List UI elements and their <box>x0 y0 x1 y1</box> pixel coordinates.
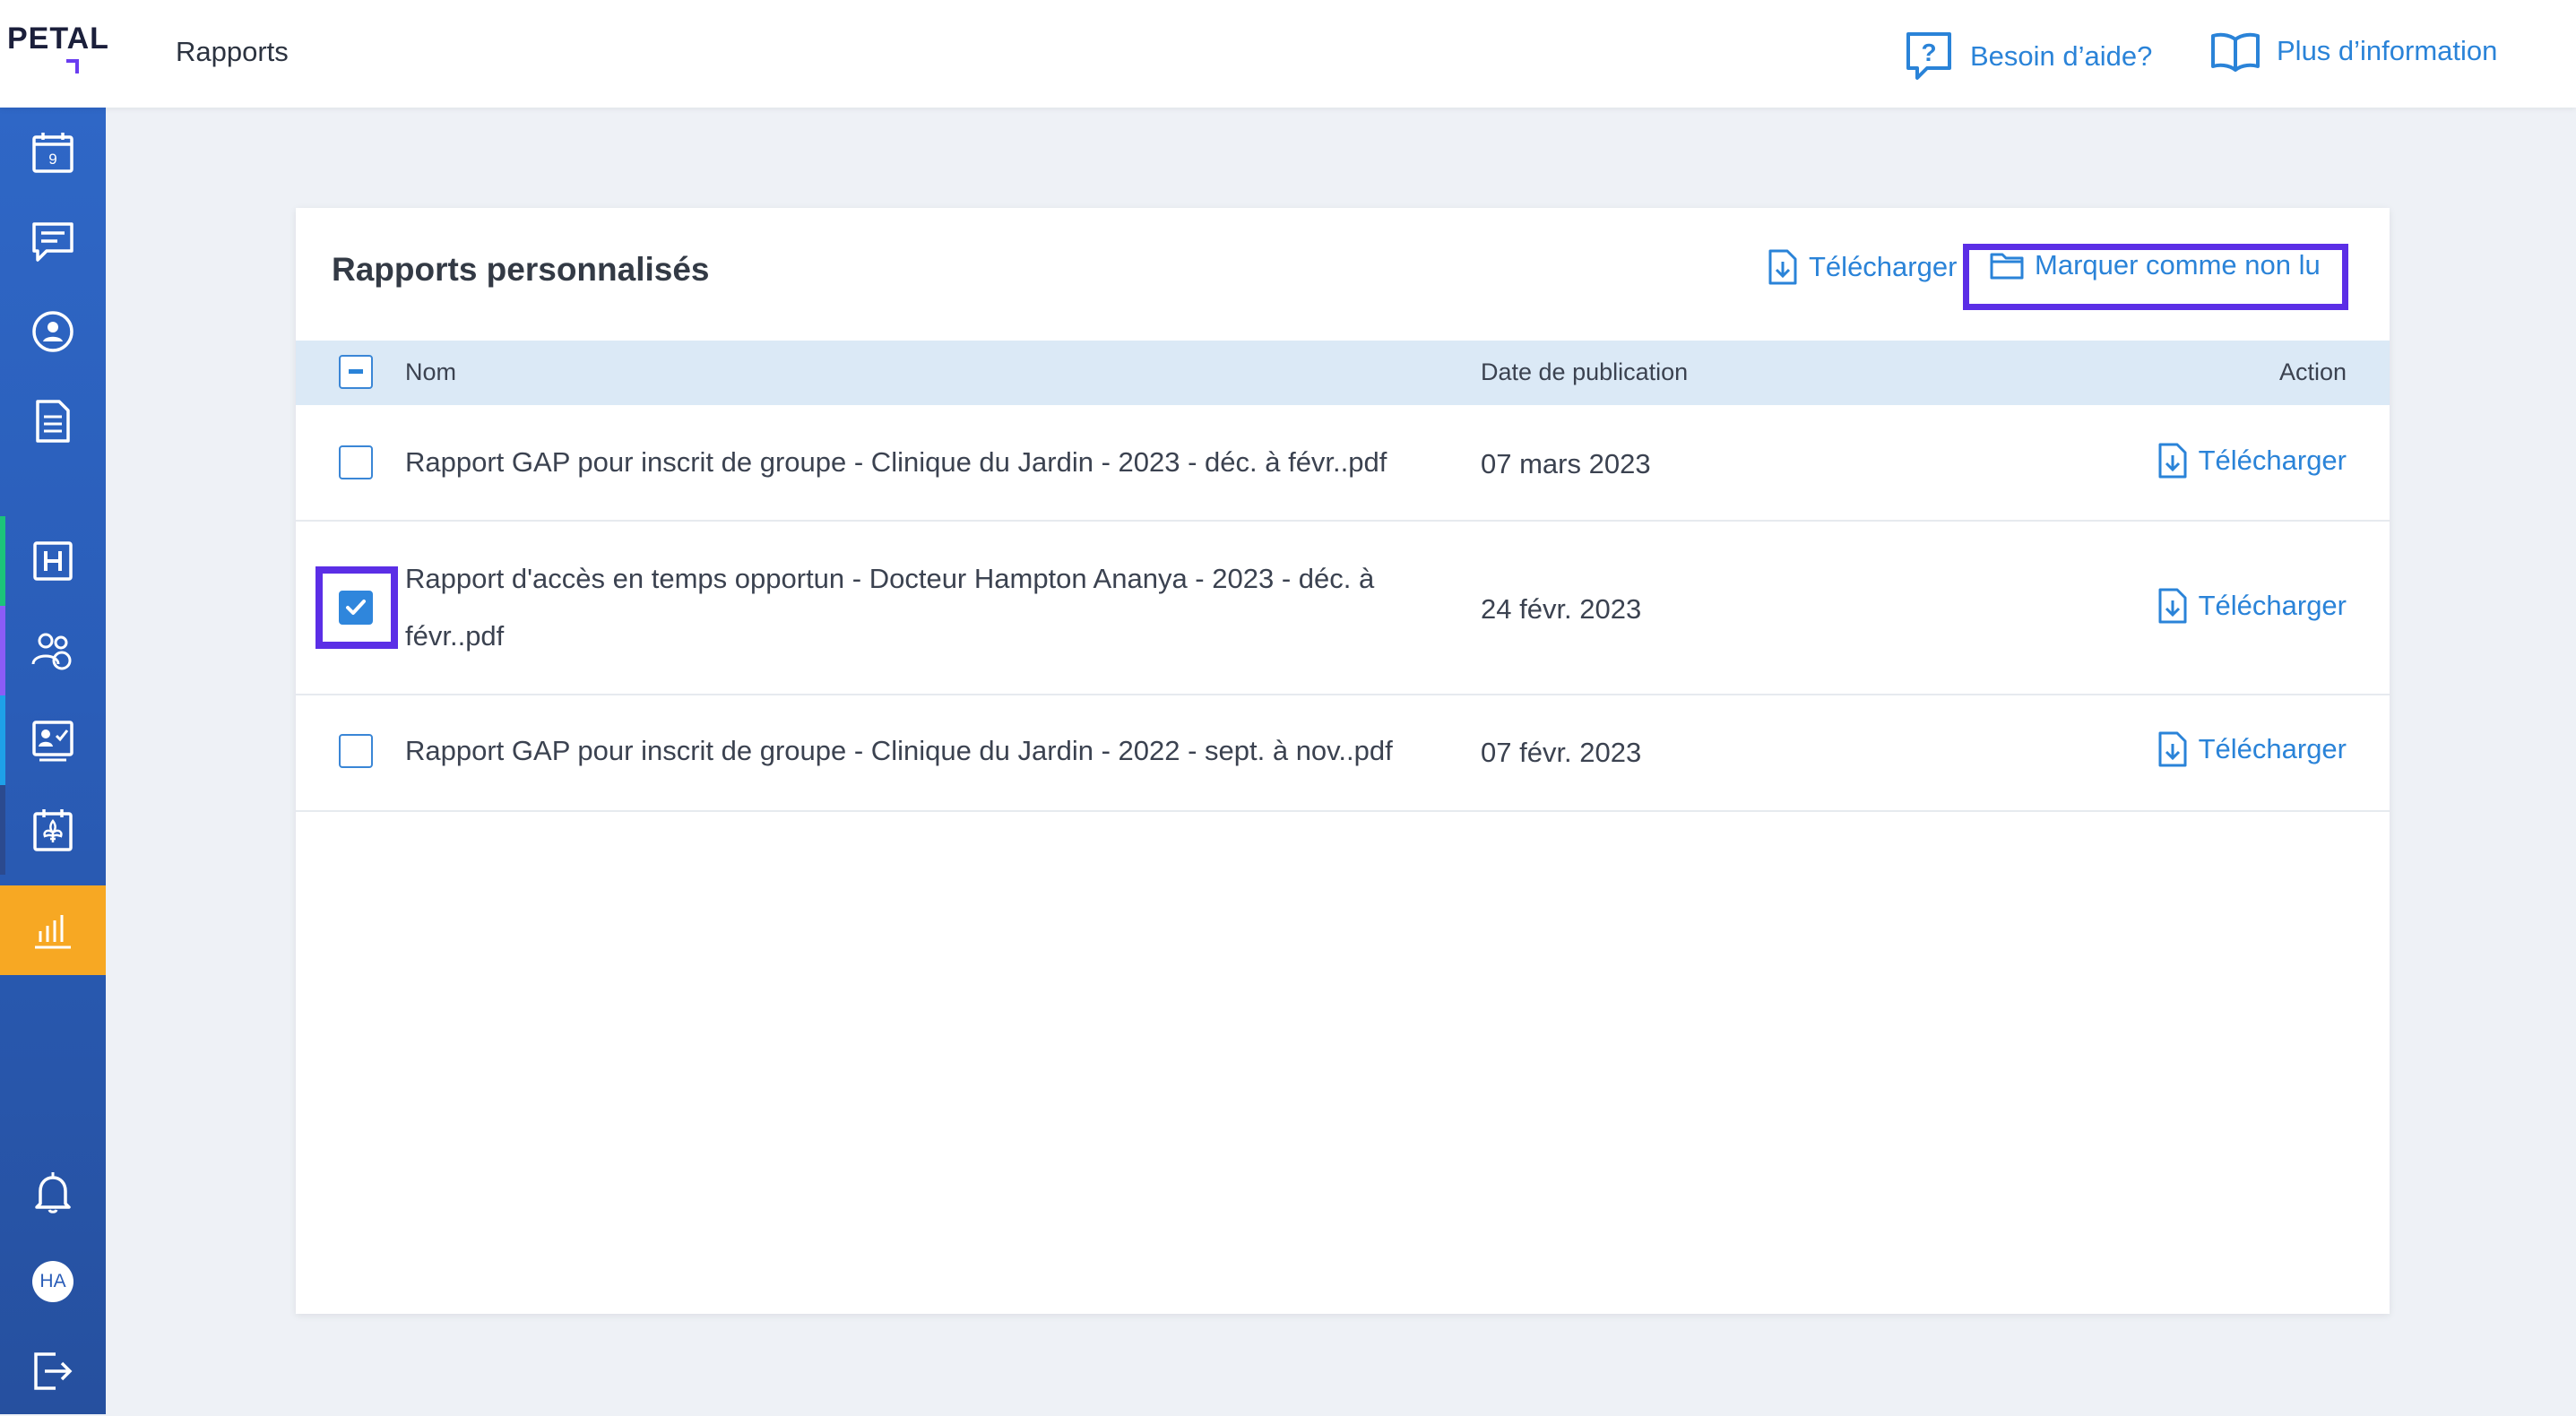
sidebar-item-calendar[interactable]: 9 <box>0 108 106 197</box>
info-link[interactable]: Plus d’information <box>2210 30 2497 72</box>
sidebar-item-documents[interactable] <box>0 376 106 466</box>
column-header-date[interactable]: Date de publication <box>1481 358 1688 386</box>
help-label: Besoin d’aide? <box>1970 40 2153 72</box>
svg-text:?: ? <box>1921 39 1936 66</box>
info-label: Plus d’information <box>2277 35 2498 66</box>
reports-card: Rapports personnalisés Télécharger Marqu… <box>296 208 2390 1314</box>
row-download-button[interactable]: Télécharger <box>2157 443 2347 479</box>
accent-stripe <box>0 516 5 606</box>
report-name-line: févr..pdf <box>405 620 505 652</box>
table-row: Rapport GAP pour inscrit de groupe - Cli… <box>296 695 2390 812</box>
calendar-icon: 9 <box>32 133 73 173</box>
chat-icon <box>32 222 73 262</box>
file-download-icon <box>1768 249 1797 285</box>
select-all-checkbox[interactable] <box>339 355 373 389</box>
document-icon <box>36 400 70 443</box>
publication-date: 07 mars 2023 <box>1481 448 1651 479</box>
sidebar-item-assessment[interactable] <box>0 695 106 785</box>
user-circle-icon <box>32 311 73 352</box>
minus-icon <box>349 369 363 374</box>
logo-mark-icon <box>66 59 79 73</box>
column-header-action: Action <box>2278 358 2347 385</box>
card-title: Rapports personnalisés <box>332 251 710 288</box>
users-icon <box>31 633 72 670</box>
help-icon: ? <box>1906 32 1951 80</box>
checkmark-icon <box>346 600 366 615</box>
sidebar: 9 HA <box>0 108 106 1414</box>
logout-icon <box>34 1352 73 1390</box>
row-download-label: Télécharger <box>2198 445 2347 476</box>
table-header: Nom Date de publication Action <box>296 341 2390 405</box>
checklist-icon <box>32 721 73 762</box>
mark-unread-label: Marquer comme non lu <box>2035 249 2321 281</box>
row-checkbox[interactable] <box>339 734 373 768</box>
sidebar-item-hospital[interactable] <box>0 516 106 606</box>
folder-icon <box>1990 253 2024 280</box>
sidebar-item-patients[interactable] <box>0 606 106 695</box>
bulk-download-label: Télécharger <box>1809 251 1958 282</box>
bar-chart-icon <box>35 915 71 949</box>
row-checkbox[interactable] <box>339 445 373 479</box>
logo-text: PETAL <box>7 22 109 56</box>
help-link[interactable]: ? Besoin d’aide? <box>1904 30 2152 82</box>
file-download-icon <box>2158 443 2187 479</box>
publication-date: 24 févr. 2023 <box>1481 593 1642 625</box>
page-title: Rapports <box>176 36 289 67</box>
file-download-icon <box>2158 731 2187 767</box>
sidebar-item-reports[interactable] <box>0 885 106 975</box>
sidebar-item-account[interactable]: HA <box>0 1237 106 1326</box>
sidebar-item-notifications[interactable] <box>0 1147 106 1237</box>
publication-date: 07 févr. 2023 <box>1481 737 1642 768</box>
file-download-icon <box>2158 588 2187 624</box>
report-name-line: Rapport d'accès en temps opportun - Doct… <box>405 563 1375 594</box>
top-bar: PETAL Rapports ? Besoin d’aide? Plus d’i… <box>0 0 2576 108</box>
row-download-label: Télécharger <box>2198 590 2347 621</box>
table-row: Rapport GAP pour inscrit de groupe - Cli… <box>296 405 2390 522</box>
report-name[interactable]: Rapport d'accès en temps opportun - Doct… <box>405 550 1374 665</box>
column-header-name[interactable]: Nom <box>405 358 456 386</box>
table-row: Rapport d'accès en temps opportun - Doct… <box>296 522 2390 695</box>
accent-stripe <box>0 606 5 695</box>
sidebar-item-quebec[interactable] <box>0 785 106 875</box>
bell-icon <box>35 1172 71 1213</box>
row-download-button[interactable]: Télécharger <box>2157 588 2347 624</box>
row-download-button[interactable]: Télécharger <box>2157 731 2347 767</box>
accent-stripe <box>0 695 5 785</box>
fleur-de-lis-icon <box>33 809 73 851</box>
row-checkbox[interactable] <box>339 591 373 625</box>
mark-unread-button[interactable]: Marquer comme non lu <box>1990 249 2321 281</box>
hospital-icon <box>33 541 73 581</box>
accent-stripe <box>0 785 5 875</box>
row-download-label: Télécharger <box>2198 733 2347 764</box>
report-name[interactable]: Rapport GAP pour inscrit de groupe - Cli… <box>405 434 1387 491</box>
avatar: HA <box>32 1261 73 1302</box>
sidebar-item-logout[interactable] <box>0 1326 106 1416</box>
sidebar-item-profile[interactable] <box>0 287 106 376</box>
report-name[interactable]: Rapport GAP pour inscrit de groupe - Cli… <box>405 722 1393 780</box>
calendar-day: 9 <box>48 151 56 168</box>
book-icon <box>2211 32 2260 72</box>
sidebar-item-messages[interactable] <box>0 197 106 287</box>
bulk-download-button[interactable]: Télécharger <box>1768 249 1957 285</box>
petal-logo[interactable]: PETAL <box>7 22 108 77</box>
